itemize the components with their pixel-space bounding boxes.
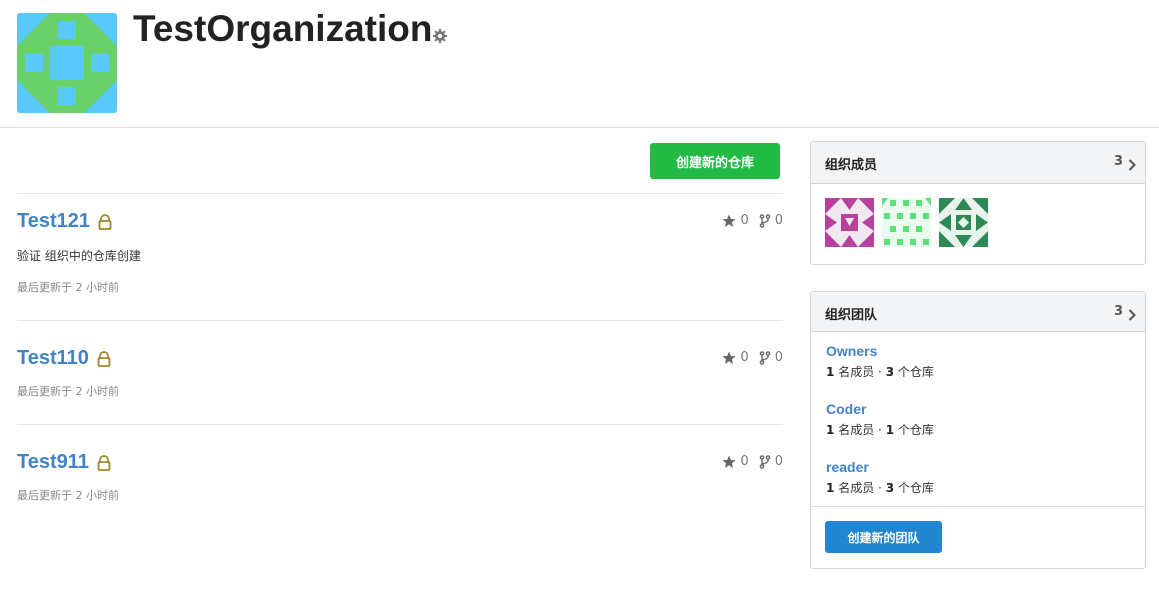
team-member-count: 1 bbox=[826, 365, 835, 379]
star-icon bbox=[722, 214, 736, 228]
team-members-label: 名成员 bbox=[838, 365, 875, 379]
members-panel-title: 组织成员 bbox=[825, 158, 878, 173]
separator: · bbox=[878, 423, 882, 437]
lock-icon bbox=[97, 351, 111, 367]
repo-stats: 0 0 bbox=[722, 213, 783, 228]
team-meta: 1 名成员 · 1 个仓库 bbox=[826, 421, 934, 438]
team-meta: 1 名成员 · 3 个仓库 bbox=[826, 479, 934, 496]
members-panel: 组织成员 3 bbox=[810, 141, 1146, 265]
teams-panel-title: 组织团队 bbox=[825, 308, 878, 323]
member-avatar[interactable] bbox=[939, 198, 988, 247]
repo-title[interactable]: Test121 bbox=[17, 210, 90, 233]
team-repos-label: 个仓库 bbox=[897, 365, 934, 379]
repo-description: 验证 组织中的仓库创建 bbox=[17, 249, 141, 263]
star-count: 0 bbox=[740, 213, 749, 228]
create-repo-button[interactable]: 创建新的仓库 bbox=[650, 143, 780, 179]
star-count: 0 bbox=[740, 454, 749, 469]
team-member-count: 1 bbox=[826, 423, 835, 437]
divider bbox=[17, 424, 783, 425]
org-header: TestOrganization bbox=[0, 0, 1159, 128]
org-avatar bbox=[17, 13, 117, 113]
fork-icon bbox=[759, 454, 771, 469]
separator: · bbox=[878, 481, 882, 495]
team-meta: 1 名成员 · 3 个仓库 bbox=[826, 363, 934, 380]
lock-icon bbox=[98, 214, 112, 230]
team-members-label: 名成员 bbox=[838, 423, 875, 437]
repo-updated: 最后更新于 2 小时前 bbox=[17, 489, 119, 502]
divider bbox=[17, 320, 783, 321]
repo-stats: 0 0 bbox=[722, 350, 783, 365]
divider bbox=[811, 506, 1145, 507]
lock-icon bbox=[97, 455, 111, 471]
repo-updated: 最后更新于 2 小时前 bbox=[17, 385, 119, 398]
fork-icon bbox=[759, 350, 771, 365]
team-repos-label: 个仓库 bbox=[897, 423, 934, 437]
star-icon bbox=[722, 455, 736, 469]
repo-updated: 最后更新于 2 小时前 bbox=[17, 281, 119, 294]
team-member-count: 1 bbox=[826, 481, 835, 495]
repo-stats: 0 0 bbox=[722, 454, 783, 469]
chevron-right-icon bbox=[1128, 306, 1136, 321]
create-team-button[interactable]: 创建新的团队 bbox=[825, 521, 942, 553]
fork-count: 0 bbox=[774, 350, 783, 365]
team-repos-label: 个仓库 bbox=[897, 481, 934, 495]
team-repo-count: 3 bbox=[885, 481, 895, 495]
fork-count: 0 bbox=[774, 454, 783, 469]
teams-count: 3 bbox=[1113, 304, 1123, 319]
org-name: TestOrganization bbox=[133, 8, 433, 49]
repo-title[interactable]: Test110 bbox=[17, 347, 89, 370]
fork-count: 0 bbox=[774, 213, 783, 228]
gear-icon[interactable] bbox=[432, 28, 448, 44]
member-avatar[interactable] bbox=[825, 198, 874, 247]
teams-panel-header[interactable]: 组织团队 3 bbox=[811, 292, 1145, 332]
star-count: 0 bbox=[740, 350, 749, 365]
teams-panel: 组织团队 3 Owners 1 名成员 · 3 个仓库 Coder 1 名成员 … bbox=[810, 291, 1146, 569]
members-panel-header[interactable]: 组织成员 3 bbox=[811, 142, 1145, 184]
team-name[interactable]: Coder bbox=[826, 401, 866, 417]
team-repo-count: 1 bbox=[885, 423, 895, 437]
team-members-label: 名成员 bbox=[838, 481, 875, 495]
members-count: 3 bbox=[1113, 154, 1123, 169]
fork-icon bbox=[759, 213, 771, 228]
star-icon bbox=[722, 351, 736, 365]
separator: · bbox=[878, 365, 882, 379]
repo-title[interactable]: Test911 bbox=[17, 451, 89, 474]
divider bbox=[17, 193, 783, 194]
member-avatar[interactable] bbox=[882, 198, 931, 247]
team-name[interactable]: reader bbox=[826, 459, 869, 475]
chevron-right-icon bbox=[1128, 156, 1136, 171]
team-name[interactable]: Owners bbox=[826, 343, 877, 359]
team-repo-count: 3 bbox=[885, 365, 895, 379]
